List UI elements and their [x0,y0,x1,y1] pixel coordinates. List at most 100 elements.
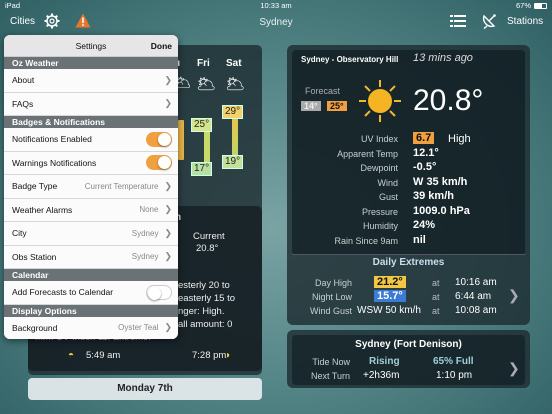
row-value: None [139,205,159,215]
settings-row-weather-alarms[interactable]: Weather Alarms None ❯ [4,198,178,222]
row-value: Current Temperature [84,181,159,191]
row-label: City [12,228,27,239]
obs-label: Apparent Temp [337,149,398,159]
day-high-time: 10:16 am [455,277,497,288]
moon-phase: 65% Full [433,356,474,367]
obs-age: 13 mins ago [413,52,473,64]
forecast-low: 14° [301,101,321,111]
settings-row-city[interactable]: City Sydney ❯ [4,222,178,246]
settings-row-obs-station[interactable]: Obs Station Sydney ❯ [4,245,178,269]
row-label: Notifications Enabled [12,134,92,145]
forecast-text-line: nger: High. [178,306,225,317]
done-button[interactable]: Done [151,41,172,51]
dewpoint-value: -0.5° [413,161,437,173]
wind-gust-value: WSW 50 km/h [357,305,421,316]
obs-label: UV Index [360,134,398,144]
satellite-dish-icon[interactable] [481,13,499,32]
row-value: Sydney [131,228,159,238]
cities-button[interactable]: Cities [10,16,35,27]
current-label: Current [193,231,225,242]
next-turn-value: +2h36m [363,370,400,381]
settings-popover: Settings Done Oz Weather About ❯ FAQs ❯ Ba… [4,35,178,339]
settings-row-background[interactable]: Background Oyster Teal ❯ [4,316,178,339]
settings-header: Settings Done [4,35,178,57]
obs-label: Humidity [362,221,398,231]
forecast-text-line: easterly 15 to [178,293,236,304]
pressure-value: 1009.0 hPa [413,205,470,217]
row-label: FAQs [12,98,34,109]
fri-low-temp: 17° [191,162,213,176]
section-calendar: Calendar [4,269,178,281]
obs-label: Dewpoint [360,163,398,173]
settings-row-notifications: Notifications Enabled [4,128,178,152]
night-low-time: 6:44 am [455,291,492,302]
tide-now-value: Rising [369,356,400,367]
stations-button[interactable]: Stations [507,16,543,27]
uv-index-value: 6.7 [413,132,435,144]
clock: 10:33 am [260,1,292,10]
section-badges: Badges & Notifications [4,116,178,128]
settings-row-faqs[interactable]: FAQs ❯ [4,92,178,116]
gear-icon[interactable] [44,13,60,32]
chevron-right-icon: ❯ [164,322,172,333]
settings-row-warnings: Warnings Notifications [4,151,178,175]
rain-value: nil [413,234,426,246]
settings-title: Settings [75,40,107,51]
cloud-sun-icon: 🌥 [196,76,217,93]
list-icon[interactable] [450,14,466,31]
settings-row-add-calendar: Add Forecasts to Calendar [4,281,178,305]
chevron-right-icon: ❯ [164,98,172,109]
chevron-right-icon: ❯ [164,204,172,215]
tide-station-name: Sydney (Fort Denison) [355,339,462,350]
at-label: at [432,292,440,302]
current-value: 20.8° [196,243,219,254]
chevron-right-icon[interactable]: ❯ [508,287,520,304]
forecast-high: 25° [327,101,347,111]
at-label: at [432,306,440,316]
next-turn-label: Next Turn [310,371,350,381]
row-label: Badge Type [12,181,58,192]
row-label: Weather Alarms [12,204,73,215]
extreme-label: Day High [314,278,352,288]
chevron-right-icon: ❯ [164,251,172,262]
at-label: at [432,278,440,288]
chevron-right-icon: ❯ [164,227,172,238]
settings-row-about[interactable]: About ❯ [4,69,178,93]
temp-range-bar [204,131,210,163]
cloud-sun-icon: 🌥 [225,76,246,93]
temp-range-bar [178,120,184,160]
day-heading-fri: Fri [197,58,210,69]
row-label: Background [12,322,58,333]
station-name: Sydney - Observatory Hill [301,55,399,64]
section-display-options: Display Options [4,304,178,317]
apparent-temp-value: 12.1° [413,147,439,159]
sun-icon [357,78,403,124]
obs-label: Wind [377,178,398,188]
gust-value: 39 km/h [413,190,454,202]
extreme-label: Wind Gust [309,306,352,316]
notifications-toggle[interactable] [146,131,172,147]
wind-gust-time: 10:08 am [455,305,497,316]
moon-icon: ◑ [224,350,231,361]
warnings-toggle[interactable] [146,155,172,171]
night-low-value: 15.7° [374,290,406,302]
obs-label: Pressure [361,207,398,217]
warning-icon[interactable] [75,13,91,31]
settings-row-badge-type[interactable]: Badge Type Current Temperature ❯ [4,175,178,199]
forecast-text-line: esterly 20 to [178,280,230,291]
forecast-label: Forecast [305,86,341,96]
calendar-toggle[interactable] [146,284,172,300]
daily-extremes-title: Daily Extremes [372,257,445,268]
status-bar: iPad 10:33 am 67% [0,0,552,11]
extreme-label: Night Low [311,292,352,302]
sunrise-icon: ◓ [68,350,75,361]
next-turn-time: 1:10 pm [436,370,473,381]
row-label: About [12,75,35,86]
chevron-right-icon: ❯ [164,74,172,85]
section-oz-weather: Oz Weather [4,57,178,69]
chevron-right-icon[interactable]: ❯ [508,360,520,377]
humidity-value: 24% [413,219,436,231]
row-value: Sydney [131,252,159,262]
fri-high-temp: 25° [191,118,213,132]
wind-value: W 35 km/h [413,176,468,188]
